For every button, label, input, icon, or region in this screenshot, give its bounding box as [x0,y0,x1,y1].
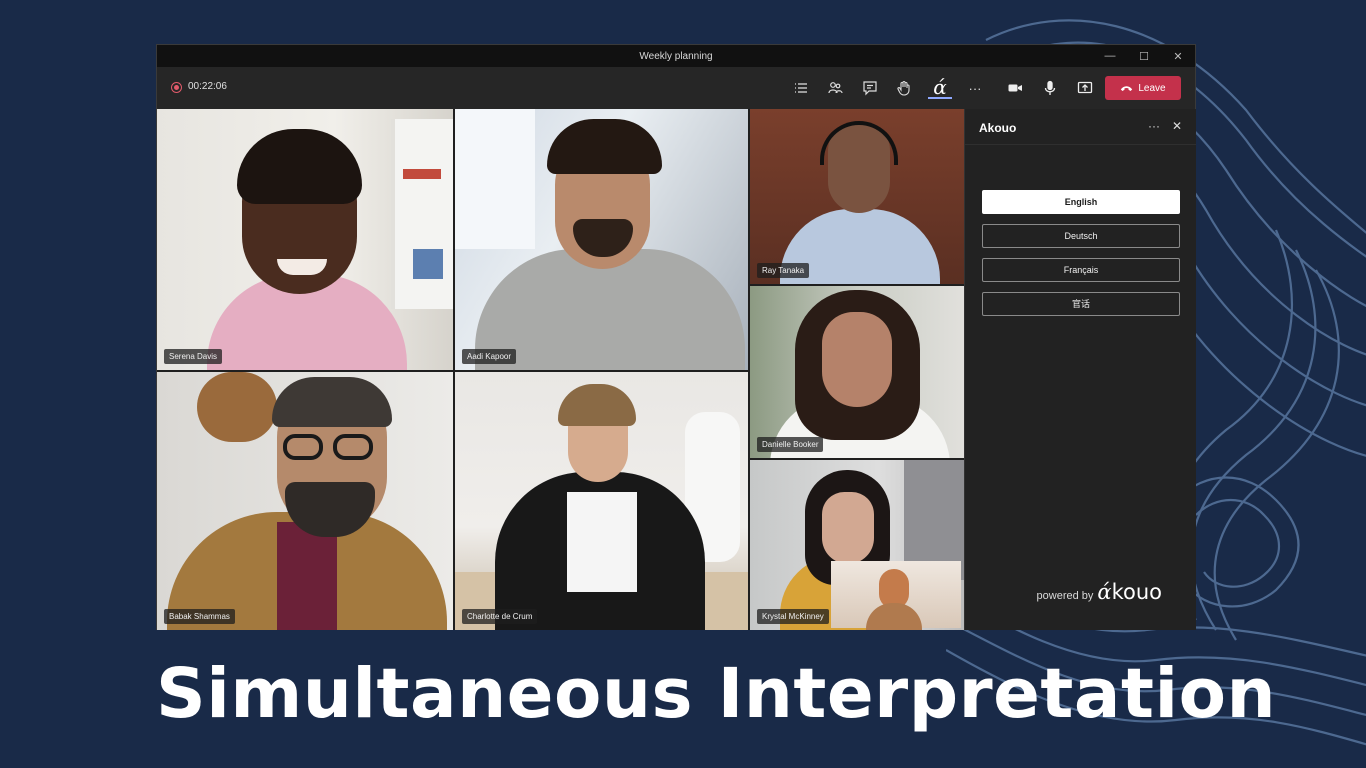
share-icon [1077,81,1093,94]
participant-name: Krystal McKinney [757,609,829,624]
video-tile[interactable]: Aadi Kapoor [455,109,748,370]
language-button-francais[interactable]: Français [982,258,1180,282]
language-button-mandarin[interactable]: 官话 [982,292,1180,316]
meeting-timer: 00:22:06 [188,81,227,92]
list-icon [795,83,807,93]
mic-icon [1044,80,1056,95]
panel-title: Akouo [979,121,1017,135]
more-icon: ··· [968,80,982,96]
video-tile[interactable]: Krystal McKinney [750,460,964,630]
video-tile[interactable]: Charlotte de Crum [455,372,748,630]
akouo-logo-alpha: ά [1097,580,1112,604]
self-view-thumbnail [831,561,961,630]
leave-label: Leave [1138,82,1166,94]
video-tile[interactable]: Babak Shammas [157,372,453,630]
recording-icon [171,82,182,93]
powered-by: powered by άkouo [1037,580,1162,604]
panel-close-button[interactable]: ✕ [1172,119,1182,133]
raise-hand-icon [897,80,910,96]
participant-name: Babak Shammas [164,609,235,624]
meeting-window: Weekly planning — ☐ ✕ 00:22:06 ά ··· Lea… [156,44,1196,630]
akouo-logo: άkouo [1097,580,1162,604]
akouo-app-button[interactable]: ά [928,77,952,99]
minimize-button[interactable]: — [1093,45,1127,67]
microphone-button[interactable] [1038,77,1062,99]
panel-header: Akouo ··· ✕ [965,109,1196,145]
raise-hand-button[interactable] [892,77,916,99]
chat-button[interactable] [858,77,882,99]
participant-name: Danielle Booker [757,437,824,452]
participant-name: Ray Tanaka [757,263,810,278]
window-title: Weekly planning [639,50,713,62]
title-bar: Weekly planning — ☐ ✕ [157,45,1195,67]
camera-button[interactable] [1003,77,1027,99]
participant-name: Serena Davis [164,349,223,364]
maximize-button[interactable]: ☐ [1127,45,1161,67]
more-button[interactable]: ··· [963,77,987,99]
akouo-logo-text: kouo [1111,580,1162,604]
close-window-button[interactable]: ✕ [1161,45,1195,67]
panel-more-button[interactable]: ··· [1148,119,1160,133]
participants-button[interactable] [823,77,847,99]
akouo-icon: ά [933,75,947,99]
share-screen-button[interactable] [1073,77,1097,99]
video-tile[interactable]: Serena Davis [157,109,453,370]
akouo-side-panel: Akouo ··· ✕ English Deutsch Français 官话 … [964,109,1196,630]
participant-name: Aadi Kapoor [462,349,517,364]
leave-button[interactable]: Leave [1105,76,1181,100]
powered-by-label: powered by [1036,590,1094,602]
language-button-deutsch[interactable]: Deutsch [982,224,1180,248]
meeting-toolbar: 00:22:06 ά ··· Leave [157,67,1195,109]
video-tile[interactable]: Ray Tanaka [750,109,964,284]
participant-name: Charlotte de Crum [462,609,538,624]
hang-up-icon [1121,85,1133,91]
language-list: English Deutsch Français 官话 [982,190,1180,326]
camera-icon [1008,84,1022,92]
video-grid: Serena Davis Aadi Kapoor Ray Tanaka Dani… [157,109,964,630]
list-button[interactable] [789,77,813,99]
video-tile[interactable]: Danielle Booker [750,286,964,458]
chat-icon [863,81,877,96]
headline: Simultaneous Interpretation [156,654,1277,734]
people-icon [828,82,843,94]
language-button-english[interactable]: English [982,190,1180,214]
